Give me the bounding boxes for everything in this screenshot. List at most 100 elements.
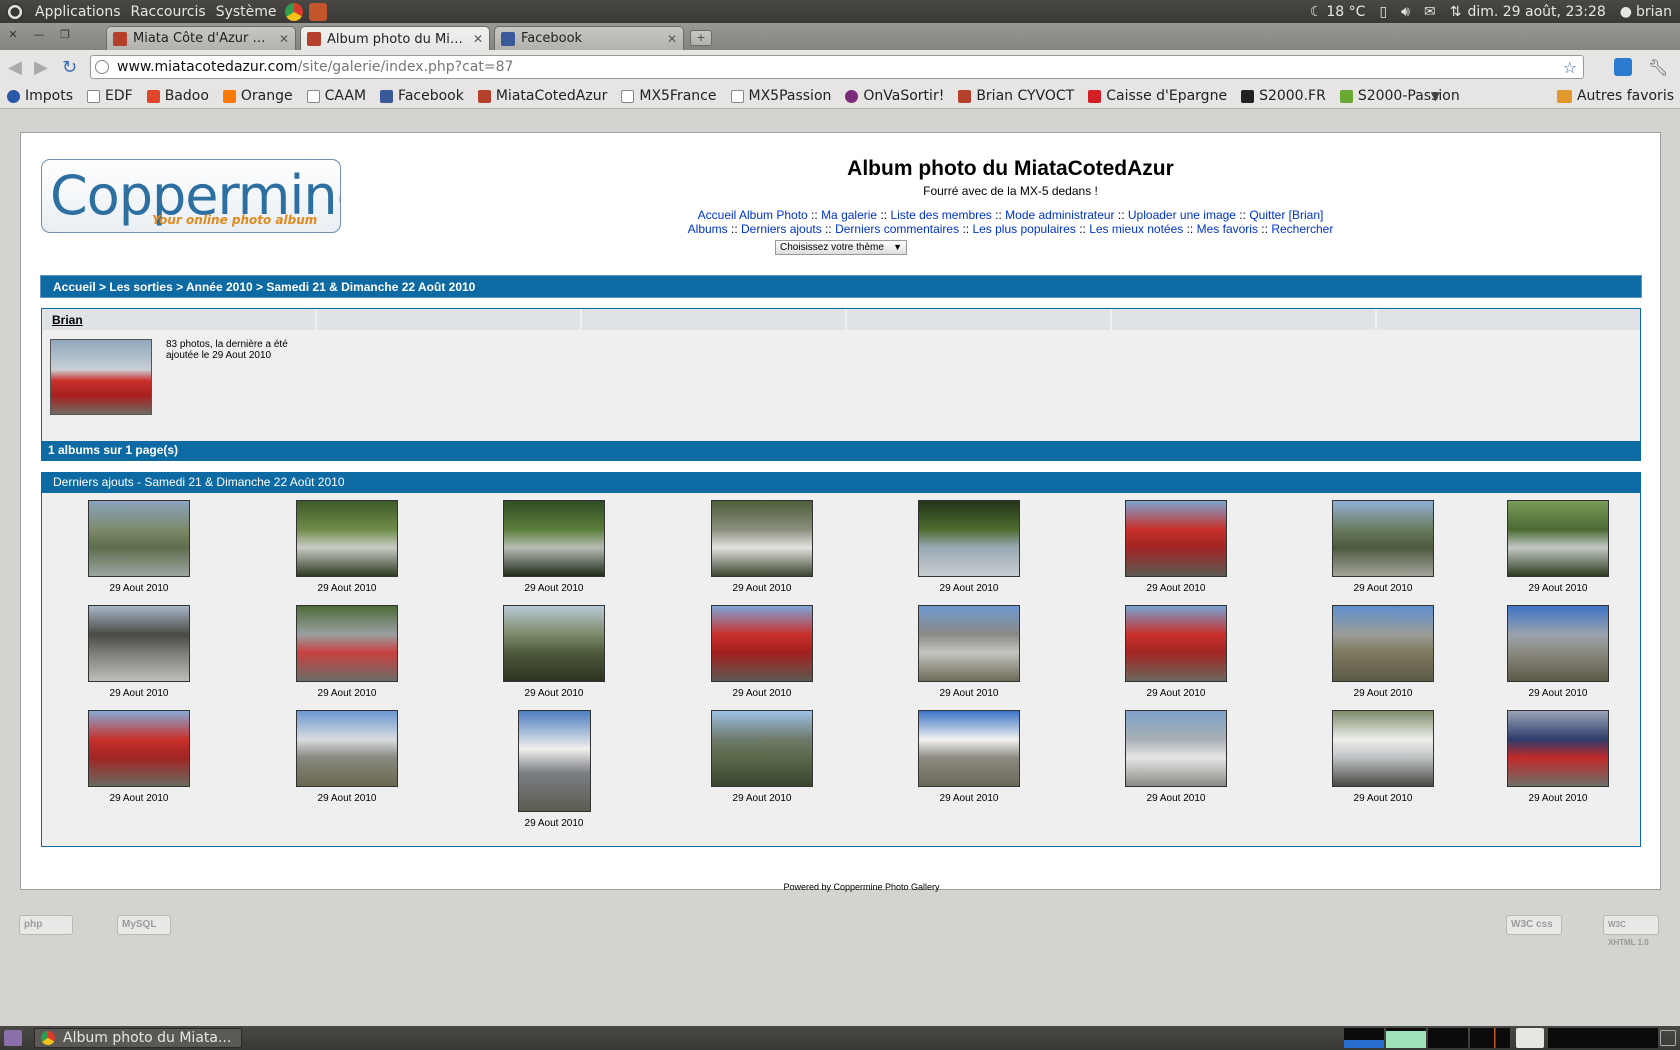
mail-icon[interactable]: ✉: [1424, 4, 1436, 20]
thumbnail-image[interactable]: [1332, 605, 1434, 682]
thumbnail-image[interactable]: [296, 605, 398, 682]
nav-ma-galerie[interactable]: Ma galerie: [821, 208, 877, 222]
theme-select[interactable]: Choisissez votre thème ▼: [775, 240, 907, 255]
thumbnail-item[interactable]: 29 Aout 2010: [64, 605, 214, 699]
thumbnail-item[interactable]: 29 Aout 2010: [479, 500, 629, 594]
bookmark-s2000fr[interactable]: S2000.FR: [1234, 88, 1333, 104]
nav-uploader[interactable]: Uploader une image: [1128, 208, 1236, 222]
menu-applications[interactable]: Applications: [30, 4, 126, 20]
nav-liste-membres[interactable]: Liste des membres: [890, 208, 991, 222]
nav-albums[interactable]: Albums: [688, 222, 728, 236]
bookmark-edf[interactable]: EDF: [80, 88, 140, 104]
menu-raccourcis[interactable]: Raccourcis: [126, 4, 211, 20]
nav-rechercher[interactable]: Rechercher: [1271, 222, 1333, 236]
chrome-tray-icon[interactable]: [1516, 1028, 1544, 1048]
address-bar[interactable]: www.miatacotedazur.com /site/galerie/ind…: [90, 55, 1584, 79]
chrome-launcher-icon[interactable]: [284, 2, 303, 21]
bookmark-other-folder[interactable]: Autres favoris: [1556, 88, 1674, 104]
thumbnail-item[interactable]: 29 Aout 2010: [687, 710, 837, 804]
mysql-badge[interactable]: MySQL: [117, 915, 171, 935]
window-maximize-icon[interactable]: ❐: [56, 28, 74, 43]
thumbnail-item[interactable]: 29 Aout 2010: [1308, 605, 1458, 699]
thumbnail-image[interactable]: [503, 500, 605, 577]
tab-close-icon[interactable]: ✕: [667, 32, 677, 46]
thumbnail-image[interactable]: [1125, 500, 1227, 577]
powered-by-link[interactable]: Powered by Coppermine Photo Gallery: [783, 882, 939, 892]
breadcrumb-les-sorties[interactable]: Les sorties: [109, 280, 172, 294]
bookmark-brian-cyvoct[interactable]: Brian CYVOCT: [951, 88, 1081, 104]
album-category-link[interactable]: Brian: [42, 309, 317, 330]
thumbnail-image[interactable]: [711, 500, 813, 577]
bookmark-caisse-epargne[interactable]: Caisse d'Epargne: [1081, 88, 1234, 104]
thumbnail-image[interactable]: [88, 710, 190, 787]
album-thumbnail[interactable]: [50, 339, 152, 415]
thumbnail-item[interactable]: 29 Aout 2010: [479, 710, 629, 829]
bookmark-mx5france[interactable]: MX5France: [614, 88, 723, 104]
thumbnail-image[interactable]: [1507, 605, 1609, 682]
disk-monitor[interactable]: [1470, 1028, 1510, 1048]
breadcrumb-current-album[interactable]: Samedi 21 & Dimanche 22 Août 2010: [266, 280, 475, 294]
volume-icon[interactable]: 🔊︎: [1401, 4, 1410, 20]
thumbnail-item[interactable]: 29 Aout 2010: [894, 710, 1044, 804]
nav-quitter[interactable]: Quitter [Brian]: [1249, 208, 1323, 222]
tab-album-photo[interactable]: Album photo du Miat... ✕: [300, 26, 490, 51]
thumbnail-item[interactable]: 29 Aout 2010: [1308, 500, 1458, 594]
thumbnail-item[interactable]: 29 Aout 2010: [64, 710, 214, 804]
thumbnail-image[interactable]: [1507, 710, 1609, 787]
thumbnail-item[interactable]: 29 Aout 2010: [272, 710, 422, 804]
thumbnail-item[interactable]: 29 Aout 2010: [894, 500, 1044, 594]
thumbnail-item[interactable]: 29 Aout 2010: [1483, 500, 1633, 594]
nav-derniers-commentaires[interactable]: Derniers commentaires: [835, 222, 959, 236]
battery-icon[interactable]: ▯: [1379, 4, 1387, 20]
thumbnail-item[interactable]: 29 Aout 2010: [272, 500, 422, 594]
bookmarks-overflow-chevron-icon[interactable]: ▼: [1431, 89, 1440, 103]
bookmark-caam[interactable]: CAAM: [300, 88, 373, 104]
thumbnail-image[interactable]: [1125, 605, 1227, 682]
forward-arrow-icon[interactable]: ▶: [34, 57, 48, 78]
thumbnail-item[interactable]: 29 Aout 2010: [1101, 710, 1251, 804]
weather-temperature[interactable]: 18 °C: [1326, 4, 1365, 20]
thumbnail-item[interactable]: 29 Aout 2010: [1483, 605, 1633, 699]
nav-derniers-ajouts[interactable]: Derniers ajouts: [741, 222, 822, 236]
thumbnail-image[interactable]: [1332, 710, 1434, 787]
bookmark-orange[interactable]: Orange: [216, 88, 300, 104]
w3c-css-badge[interactable]: W3C css: [1506, 915, 1562, 935]
network-monitor[interactable]: [1428, 1028, 1468, 1048]
taskbar-window-button[interactable]: Album photo du Miata...: [34, 1028, 243, 1048]
breadcrumb-accueil[interactable]: Accueil: [53, 280, 96, 294]
thumbnail-image[interactable]: [711, 710, 813, 787]
thumbnail-image[interactable]: [296, 710, 398, 787]
nav-plus-populaires[interactable]: Les plus populaires: [972, 222, 1075, 236]
bookmark-badoo[interactable]: Badoo: [140, 88, 216, 104]
thumbnail-image[interactable]: [1125, 710, 1227, 787]
thumbnail-item[interactable]: 29 Aout 2010: [1101, 500, 1251, 594]
thumbnail-item[interactable]: 29 Aout 2010: [687, 605, 837, 699]
page-info-icon[interactable]: [95, 60, 109, 74]
workspace-switcher[interactable]: [1548, 1028, 1658, 1048]
wrench-menu-icon[interactable]: 🔧︎: [1648, 58, 1668, 77]
tab-miata-cote-dazur[interactable]: Miata Côte d'Azur • A... ✕: [106, 26, 296, 50]
window-minimize-icon[interactable]: —: [30, 28, 48, 43]
home-folder-icon[interactable]: [308, 2, 327, 21]
thumbnail-image[interactable]: [1332, 500, 1434, 577]
tab-facebook[interactable]: Facebook ✕: [494, 26, 684, 50]
trash-icon[interactable]: [1660, 1030, 1676, 1046]
nav-mode-admin[interactable]: Mode administrateur: [1005, 208, 1114, 222]
show-desktop-icon[interactable]: [4, 1030, 22, 1046]
memory-monitor[interactable]: [1386, 1028, 1426, 1048]
bookmark-miatacotedazur[interactable]: MiataCotedAzur: [471, 88, 615, 104]
thumbnail-item[interactable]: 29 Aout 2010: [272, 605, 422, 699]
thumbnail-item[interactable]: 29 Aout 2010: [894, 605, 1044, 699]
nav-accueil-album[interactable]: Accueil Album Photo: [698, 208, 808, 222]
thumbnail-image[interactable]: [1507, 500, 1609, 577]
bookmark-impots[interactable]: Impots: [0, 88, 80, 104]
thumbnail-item[interactable]: 29 Aout 2010: [479, 605, 629, 699]
new-tab-button[interactable]: +: [690, 30, 712, 46]
window-close-icon[interactable]: ✕: [4, 28, 22, 43]
thumbnail-item[interactable]: 29 Aout 2010: [1483, 710, 1633, 804]
user-name[interactable]: brian: [1636, 4, 1672, 20]
thumbnail-image[interactable]: [517, 710, 591, 812]
bookmark-facebook[interactable]: Facebook: [373, 88, 471, 104]
cpu-monitor[interactable]: [1344, 1028, 1384, 1048]
w3c-xhtml-badge[interactable]: W3C XHTML 1.0: [1603, 915, 1659, 947]
